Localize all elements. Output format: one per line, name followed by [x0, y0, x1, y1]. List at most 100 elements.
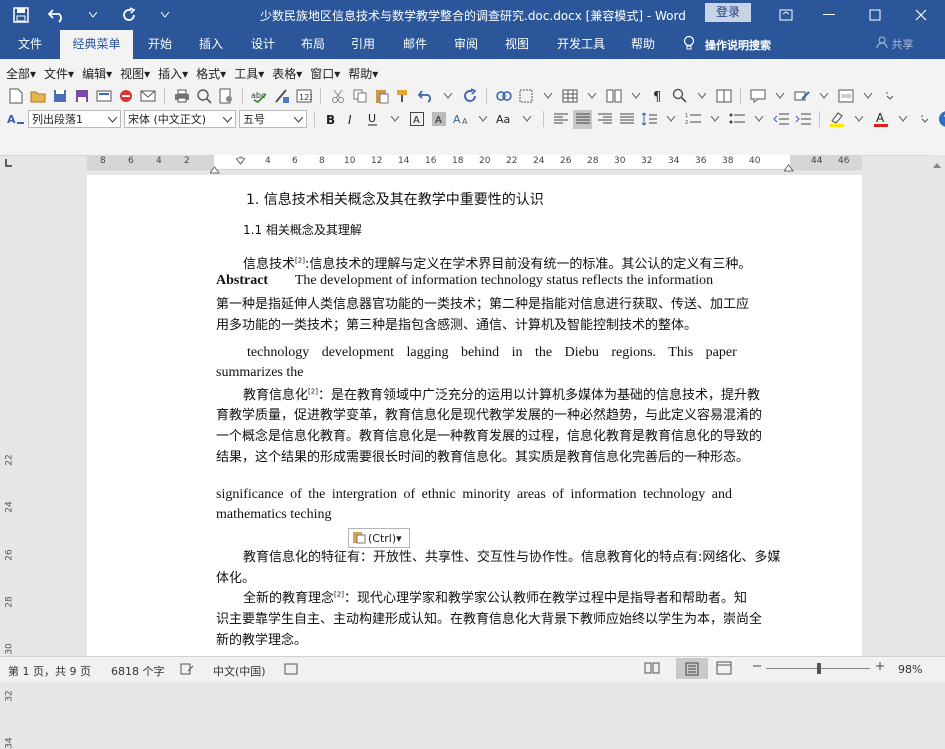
- chevron-down-icon[interactable]: [814, 87, 833, 106]
- align-left-icon[interactable]: [551, 110, 570, 129]
- comment-icon[interactable]: [748, 87, 767, 106]
- web-layout-icon[interactable]: [716, 661, 732, 678]
- vertical-ruler[interactable]: 22 24 26 28 30 32 34: [0, 170, 18, 656]
- email-icon[interactable]: [138, 87, 157, 106]
- print-preview-icon[interactable]: [94, 87, 113, 106]
- vertical-scrollbar[interactable]: [929, 155, 945, 656]
- save-icon[interactable]: [10, 4, 32, 26]
- decrease-indent-icon[interactable]: [771, 110, 790, 129]
- line-spacing-icon[interactable]: [639, 110, 658, 129]
- style-dropdown[interactable]: 列出段落1: [28, 110, 121, 128]
- chevron-down-icon[interactable]: [82, 4, 104, 26]
- research-icon[interactable]: [272, 87, 291, 106]
- tab-insert[interactable]: 插入: [191, 30, 231, 59]
- macro-icon[interactable]: [836, 87, 855, 106]
- horizontal-ruler[interactable]: 8 6 4 2 2 4 6 8 10 12 14 16 18 20 22 24 …: [87, 155, 862, 170]
- proofing-icon[interactable]: [180, 663, 194, 678]
- new-document-icon[interactable]: [6, 87, 25, 106]
- chevron-down-icon[interactable]: [692, 87, 711, 106]
- chevron-down-icon[interactable]: [705, 110, 724, 129]
- menu-edit[interactable]: 编辑▾: [82, 65, 112, 83]
- justify-icon[interactable]: [573, 110, 592, 129]
- language[interactable]: 中文(中国): [213, 663, 266, 679]
- change-case-icon[interactable]: Aa: [495, 110, 514, 129]
- paste-icon[interactable]: [372, 87, 391, 106]
- print-layout-icon[interactable]: [676, 658, 708, 679]
- chevron-down-icon[interactable]: [438, 87, 457, 106]
- tell-me-search[interactable]: 操作说明搜索: [683, 30, 771, 59]
- table-icon[interactable]: [560, 87, 579, 106]
- first-line-indent-marker[interactable]: [236, 155, 246, 169]
- format-painter-icon[interactable]: [394, 87, 413, 106]
- more-icon[interactable]: [880, 87, 899, 106]
- document-page[interactable]: 1. 信息技术相关概念及其在教学中重要性的认识 1.1 相关概念及其理解 信息技…: [87, 175, 862, 656]
- tab-home[interactable]: 开始: [140, 30, 180, 59]
- zoom-out-icon[interactable]: [752, 660, 762, 676]
- chevron-down-icon[interactable]: [517, 110, 536, 129]
- zoom-slider-thumb[interactable]: [817, 663, 821, 674]
- more-icon[interactable]: [915, 110, 934, 129]
- save-as-icon[interactable]: [72, 87, 91, 106]
- font-dropdown[interactable]: 宋体 (中文正文): [124, 110, 236, 128]
- login-button[interactable]: 登录: [705, 3, 751, 22]
- tab-developer[interactable]: 开发工具: [548, 30, 614, 59]
- tab-references[interactable]: 引用: [343, 30, 383, 59]
- find-icon[interactable]: [670, 87, 689, 106]
- numbering-icon[interactable]: 12: [683, 110, 702, 129]
- read-mode-icon[interactable]: [644, 661, 660, 678]
- character-shading-icon[interactable]: A: [429, 110, 448, 129]
- accessibility-icon[interactable]: [284, 663, 298, 678]
- menu-all[interactable]: 全部▾: [6, 65, 36, 83]
- menu-insert[interactable]: 插入▾: [158, 65, 188, 83]
- undo-icon[interactable]: [46, 4, 68, 26]
- cut-icon[interactable]: [328, 87, 347, 106]
- tab-mailings[interactable]: 邮件: [395, 30, 435, 59]
- zoom-slider[interactable]: [766, 668, 870, 669]
- bullets-icon[interactable]: [727, 110, 746, 129]
- chevron-down-icon[interactable]: [849, 110, 868, 129]
- chevron-down-icon[interactable]: [538, 87, 557, 106]
- permission-icon[interactable]: [116, 87, 135, 106]
- tab-help[interactable]: 帮助: [623, 30, 663, 59]
- chevron-down-icon[interactable]: [626, 87, 645, 106]
- print-icon[interactable]: [172, 87, 191, 106]
- borders-icon[interactable]: [516, 87, 535, 106]
- open-folder-icon[interactable]: [28, 87, 47, 106]
- paste-options-button[interactable]: (Ctrl)▾: [348, 528, 410, 548]
- chevron-down-icon[interactable]: [385, 110, 404, 129]
- share-button[interactable]: 共享: [876, 30, 914, 59]
- menu-file[interactable]: 文件▾: [44, 65, 74, 83]
- tab-classic-menu[interactable]: 经典菜单: [60, 30, 133, 59]
- menu-table[interactable]: 表格▾: [272, 65, 302, 83]
- menu-view[interactable]: 视图▾: [120, 65, 150, 83]
- chevron-down-icon[interactable]: [749, 110, 768, 129]
- word-count-icon[interactable]: 123: [294, 87, 313, 106]
- right-indent-marker[interactable]: [784, 161, 794, 175]
- font-color-icon[interactable]: A: [871, 110, 890, 129]
- tab-view[interactable]: 视图: [497, 30, 537, 59]
- maximize-button[interactable]: [852, 0, 898, 30]
- customize-qat-icon[interactable]: [154, 4, 176, 26]
- zoom-preview-icon[interactable]: [194, 87, 213, 106]
- font-size-dropdown[interactable]: 五号: [239, 110, 307, 128]
- redo-icon[interactable]: [118, 4, 140, 26]
- minimize-button[interactable]: [806, 0, 852, 30]
- chevron-down-icon[interactable]: [582, 87, 601, 106]
- underline-icon[interactable]: U: [364, 110, 382, 128]
- redo-icon[interactable]: [460, 87, 479, 106]
- ribbon-display-options-button[interactable]: [763, 0, 809, 30]
- chevron-down-icon[interactable]: [473, 110, 492, 129]
- show-formatting-icon[interactable]: ¶: [648, 87, 667, 106]
- menu-window[interactable]: 窗口▾: [310, 65, 340, 83]
- chevron-down-icon[interactable]: [858, 87, 877, 106]
- italic-icon[interactable]: I: [343, 110, 361, 128]
- tab-selector[interactable]: [4, 157, 14, 167]
- align-right-icon[interactable]: [595, 110, 614, 129]
- undo-icon[interactable]: [416, 87, 435, 106]
- reading-mode-icon[interactable]: [714, 87, 733, 106]
- columns-icon[interactable]: [604, 87, 623, 106]
- hyperlink-icon[interactable]: [494, 87, 513, 106]
- chevron-down-icon[interactable]: [770, 87, 789, 106]
- highlight-icon[interactable]: [827, 110, 846, 129]
- zoom-level[interactable]: 98%: [898, 663, 922, 676]
